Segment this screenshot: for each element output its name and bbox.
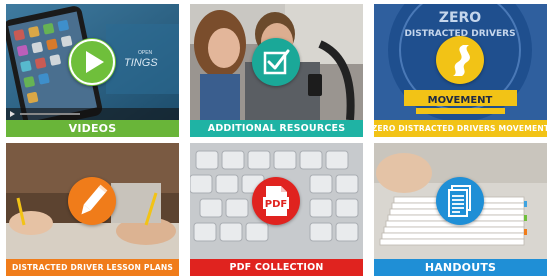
phone-open-text: OPEN <box>138 50 153 56</box>
play-icon <box>69 39 115 85</box>
lesson-plans-photo <box>6 143 179 259</box>
lesson-plans-label[interactable]: DISTRACTED DRIVER LESSON PLANS <box>6 259 179 276</box>
document-badge <box>436 177 484 225</box>
pdf-collection-label[interactable]: PDF COLLECTION <box>190 259 363 276</box>
pdf-collection-tile[interactable]: PDF PDF COLLECTION <box>190 143 363 276</box>
pdf-icon-text: PDF <box>265 199 287 210</box>
sign-movement-text: MOVEMENT <box>428 95 493 106</box>
pdf-collection-photo: PDF <box>190 143 363 259</box>
pencil-badge <box>68 177 116 225</box>
pdf-badge: PDF <box>252 177 300 225</box>
handouts-label[interactable]: HANDOUTS <box>374 259 547 276</box>
pdf-icon: PDF <box>263 186 289 216</box>
phone-settings-text: TINGS <box>124 57 158 69</box>
additional-resources-label[interactable]: ADDITIONAL RESOURCES <box>190 120 363 137</box>
additional-resources-tile[interactable]: ADDITIONAL RESOURCES <box>190 4 363 137</box>
zdd-movement-photo: ZERO DISTRACTED DRIVERS MOVEMENT <box>374 4 547 120</box>
pencil-icon <box>81 184 108 215</box>
handouts-tile[interactable]: HANDOUTS <box>374 143 547 276</box>
videos-label[interactable]: VIDEOS <box>6 120 179 137</box>
zdd-movement-tile[interactable]: ZERO DISTRACTED DRIVERS MOVEMENT ZERO DI… <box>374 4 547 137</box>
additional-resources-photo <box>190 4 363 120</box>
lesson-plans-tile[interactable]: DISTRACTED DRIVER LESSON PLANS <box>6 143 179 276</box>
handouts-photo <box>374 143 547 259</box>
checkbox-icon <box>263 49 290 75</box>
checkbox-badge <box>252 38 300 86</box>
videos-photo: TINGS OPEN <box>6 4 179 120</box>
play-badge <box>68 38 116 86</box>
videos-tile[interactable]: TINGS OPEN VIDEOS <box>6 4 179 137</box>
document-icon <box>448 185 471 217</box>
resource-grid: TINGS OPEN VIDEOS ADDITIONAL RESOURCES Z… <box>0 0 553 276</box>
zdd-movement-label[interactable]: ZERO DISTRACTED DRIVERS MOVEMENT <box>374 120 547 137</box>
road-icon <box>453 45 470 76</box>
sign-zero-text: ZERO <box>439 10 481 26</box>
road-badge <box>436 36 484 84</box>
